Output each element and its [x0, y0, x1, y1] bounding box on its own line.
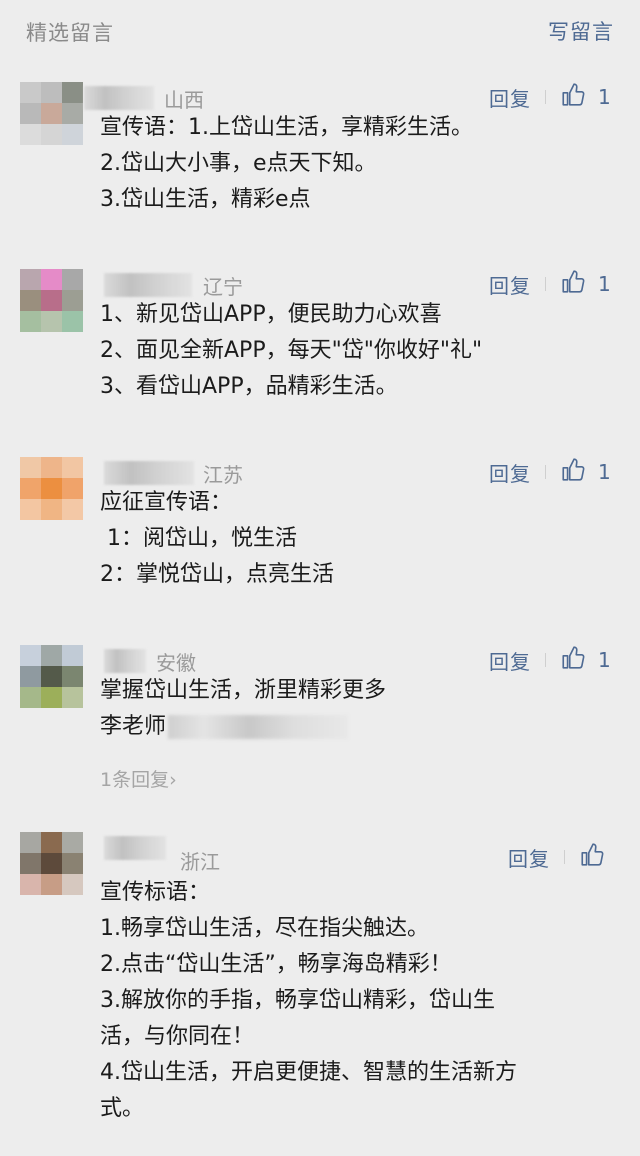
header: 精选留言 写留言	[0, 0, 640, 62]
reply-button[interactable]: 回复	[489, 458, 531, 487]
avatar	[20, 457, 83, 520]
like-button[interactable]: 1	[560, 645, 611, 675]
like-button[interactable]	[579, 842, 605, 872]
more-replies-link[interactable]: 1条回复›	[100, 765, 177, 792]
region-label: 浙江	[180, 850, 220, 874]
comment-line: 3.岱山生活，精彩e点	[100, 187, 311, 212]
section-title: 精选留言	[26, 21, 114, 45]
divider	[564, 850, 565, 864]
thumbs-up-icon	[560, 457, 586, 487]
region-label: 江苏	[203, 463, 243, 487]
comment-text: 1、新见岱山APP，便民助力心欢喜 2、面见全新APP，每天"岱"你收好"礼" …	[100, 297, 620, 405]
avatar	[20, 645, 83, 708]
comment-line: 1、新见岱山APP，便民助力心欢喜	[100, 302, 442, 327]
like-count: 1	[598, 85, 611, 109]
thumbs-up-icon	[579, 842, 605, 872]
reply-button[interactable]: 回复	[508, 843, 550, 872]
comment-actions: 回复 1	[489, 82, 611, 112]
like-count: 1	[598, 460, 611, 484]
comment-line: 式。	[100, 1096, 145, 1121]
comment-text: 宣传标语： 1.畅享岱山生活，尽在指尖触达。 2.点击“岱山生活”，畅享海岛精彩…	[100, 875, 620, 1127]
comment-line: 宣传标语：	[100, 880, 211, 905]
comment-line: 2：掌悦岱山，点亮生活	[100, 562, 334, 587]
comment-line: 3、看岱山APP，品精彩生活。	[100, 374, 398, 399]
username-blurred	[104, 649, 146, 673]
username-blurred	[84, 86, 154, 110]
reply-button[interactable]: 回复	[489, 646, 531, 675]
comment-text: 应征宣传语： 1：阅岱山，悦生活 2：掌悦岱山，点亮生活	[100, 485, 620, 593]
comment-line: 2、面见全新APP，每天"岱"你收好"礼"	[100, 338, 483, 363]
like-button[interactable]: 1	[560, 457, 611, 487]
like-button[interactable]: 1	[560, 269, 611, 299]
comment-text: 掌握岱山生活，浙里精彩更多 李老师	[100, 673, 620, 745]
avatar	[20, 269, 83, 332]
comment-actions: 回复 1	[489, 645, 611, 675]
avatar	[20, 82, 83, 145]
comment-line-text: 李老师	[100, 714, 167, 739]
comment-line: 2.岱山大小事，e点天下知。	[100, 151, 377, 176]
like-count: 1	[598, 272, 611, 296]
comment-line: 1.畅享岱山生活，尽在指尖触达。	[100, 916, 429, 941]
comment-line: 2.点击“岱山生活”，畅享海岛精彩！	[100, 952, 452, 977]
like-button[interactable]: 1	[560, 82, 611, 112]
comment-line: 4.岱山生活，开启更便捷、智慧的生活新方	[100, 1060, 517, 1085]
reply-button[interactable]: 回复	[489, 270, 531, 299]
username-blurred	[104, 461, 194, 485]
comment-actions: 回复	[508, 842, 605, 872]
comment-actions: 回复 1	[489, 457, 611, 487]
comment-line: 3.解放你的手指，畅享岱山精彩，岱山生	[100, 988, 495, 1013]
region-label: 安徽	[156, 651, 196, 675]
comment-line: 掌握岱山生活，浙里精彩更多	[100, 678, 387, 703]
divider	[545, 465, 546, 479]
comment-text: 宣传语：1.上岱山生活，享精彩生活。 2.岱山大小事，e点天下知。 3.岱山生活…	[100, 110, 620, 218]
comment-line: 宣传语：1.上岱山生活，享精彩生活。	[100, 115, 473, 140]
comment-line: 李老师	[100, 709, 620, 745]
avatar	[20, 832, 83, 895]
comment-line: 应征宣传语：	[100, 490, 233, 515]
divider	[545, 653, 546, 667]
like-count: 1	[598, 648, 611, 672]
comment-line: 1：阅岱山，悦生活	[100, 526, 297, 551]
write-comment-button[interactable]: 写留言	[548, 16, 614, 46]
region-label: 山西	[164, 88, 204, 112]
comment-line: 活，与你同在！	[100, 1024, 255, 1049]
redacted-text	[168, 715, 349, 739]
thumbs-up-icon	[560, 82, 586, 112]
region-label: 辽宁	[203, 275, 243, 299]
divider	[545, 277, 546, 291]
divider	[545, 90, 546, 104]
thumbs-up-icon	[560, 645, 586, 675]
thumbs-up-icon	[560, 269, 586, 299]
username-blurred	[104, 836, 166, 860]
username-blurred	[104, 273, 192, 297]
reply-button[interactable]: 回复	[489, 83, 531, 112]
comment-actions: 回复 1	[489, 269, 611, 299]
